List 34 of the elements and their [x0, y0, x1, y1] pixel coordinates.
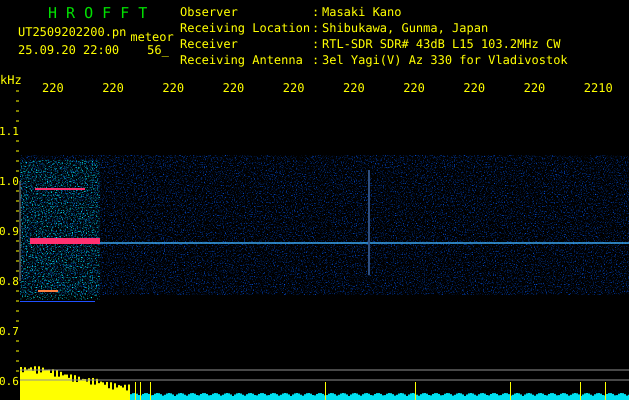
y-axis-label: 0.8: [0, 275, 19, 288]
unit-label: kHz: [0, 73, 22, 87]
x-axis-label: 220: [222, 81, 244, 95]
y-axis-label: 0.6: [0, 375, 19, 388]
separator: :: [312, 22, 320, 37]
app-title: H R O F F T: [47, 6, 148, 20]
info-label: Receiving Antenna: [180, 54, 304, 69]
info-value: Masaki Kano: [322, 6, 402, 21]
y-axis-label: 1.0: [0, 175, 19, 188]
x-axis-label: 220: [343, 81, 365, 95]
y-axis-label: 0.9: [0, 225, 19, 238]
separator: :: [312, 38, 320, 53]
info-value: RTL-SDR SDR# 43dB L15 103.2MHz CW: [322, 38, 562, 53]
separator: :: [312, 54, 320, 69]
x-axis-label: 220: [282, 81, 304, 95]
count-value: 56_: [147, 44, 169, 56]
mode-label: meteor: [130, 31, 174, 43]
info-label: Observer: [180, 6, 239, 21]
x-axis-label: 220: [102, 81, 124, 95]
info-label: Receiver: [180, 38, 239, 53]
info-value: 3el Yagi(V) Az 330 for Vladivostok: [322, 54, 568, 69]
y-axis-label: 1.1: [0, 125, 19, 138]
y-axis-label: 0.7: [0, 325, 19, 338]
x-axis-label: 220: [524, 81, 546, 95]
x-axis-label: 220: [403, 81, 425, 95]
x-axis-label: 220: [463, 81, 486, 95]
x-axis-label: 220: [42, 81, 64, 95]
separator: :: [312, 6, 320, 21]
x-axis-label: 2210: [584, 81, 613, 95]
file-name: UT2509202200.pn: [18, 26, 126, 38]
date-time: 25.09.20 22:00: [18, 44, 120, 56]
x-axis-label: 220: [162, 81, 184, 95]
info-value: Shibukawa, Gunma, Japan: [322, 22, 490, 37]
info-label: Receiving Location: [180, 22, 312, 37]
